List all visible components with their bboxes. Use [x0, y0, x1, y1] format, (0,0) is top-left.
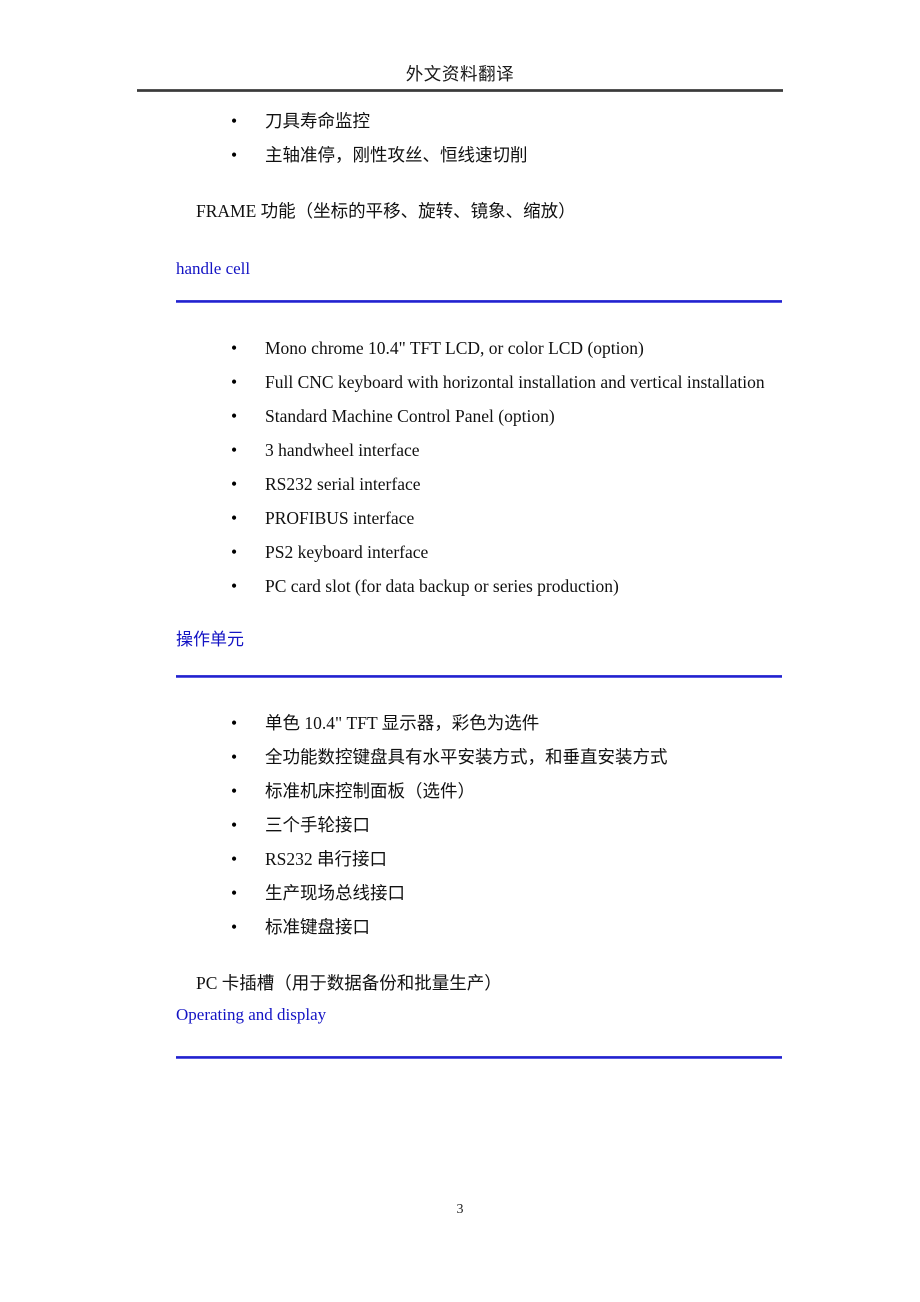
bullet-icon: •	[231, 474, 238, 494]
list-item: • Standard Machine Control Panel (option…	[0, 399, 920, 433]
bullet-icon: •	[231, 883, 238, 903]
list-item-label: 标准机床控制面板（选件）	[265, 781, 475, 801]
list-item-label: 生产现场总线接口	[265, 883, 405, 903]
list-item-label: 主轴准停，刚性攻丝、恒线速切削	[265, 145, 528, 165]
bullet-icon: •	[231, 542, 238, 562]
list-item: • PROFIBUS interface	[0, 501, 920, 535]
top-bullet-list: • 刀具寿命监控 • 主轴准停，刚性攻丝、恒线速切削	[0, 104, 920, 172]
bullet-icon: •	[231, 440, 238, 460]
bullet-icon: •	[231, 713, 238, 733]
list-item: • 全功能数控键盘具有水平安装方式，和垂直安装方式	[0, 740, 920, 774]
section-heading-operating-and-display: Operating and display	[176, 1005, 327, 1024]
list-item: • 三个手轮接口	[0, 808, 920, 842]
list-item: • PC card slot (for data backup or serie…	[0, 569, 920, 603]
bullet-icon: •	[231, 781, 238, 801]
document-body: • 刀具寿命监控 • 主轴准停，刚性攻丝、恒线速切削 FRAME 功能（坐标的平…	[0, 104, 920, 1059]
list-item-label: 3 handwheel interface	[265, 440, 420, 460]
bullet-icon: •	[231, 576, 238, 596]
frame-function-paragraph: FRAME 功能（坐标的平移、旋转、镜象、缩放）	[196, 201, 576, 221]
page-header-title: 外文资料翻译	[405, 64, 515, 84]
section-heading-operating-unit: 操作单元	[176, 630, 244, 649]
list-item: • Full CNC keyboard with horizontal inst…	[0, 365, 920, 399]
list-item: • 3 handwheel interface	[0, 433, 920, 467]
list-item-label: 三个手轮接口	[265, 815, 370, 835]
list-item-label: Full CNC keyboard with horizontal instal…	[265, 372, 765, 392]
list-item: • RS232 serial interface	[0, 467, 920, 501]
list-item-label: PS2 keyboard interface	[265, 542, 429, 562]
list-item-label: 标准键盘接口	[265, 917, 370, 937]
document-page: 外文资料翻译 • 刀具寿命监控 • 主轴准停，刚性攻丝、恒线速切削 FRAME …	[0, 0, 920, 1302]
bullet-icon: •	[231, 508, 238, 528]
list-item-label: PROFIBUS interface	[265, 508, 415, 528]
list-item-label: RS232 serial interface	[265, 474, 421, 494]
section-divider-operating-and-display	[176, 1056, 782, 1059]
list-item: • Mono chrome 10.4" TFT LCD, or color LC…	[0, 331, 920, 365]
bullet-icon: •	[231, 815, 238, 835]
list-item: • 生产现场总线接口	[0, 876, 920, 910]
handle-cell-bullet-list: • Mono chrome 10.4" TFT LCD, or color LC…	[0, 331, 920, 603]
list-item: • 刀具寿命监控	[0, 104, 920, 138]
divider-line	[176, 1056, 782, 1059]
page-header: 外文资料翻译	[137, 62, 783, 92]
section-heading-handle-cell: handle cell	[176, 259, 251, 278]
bullet-icon: •	[231, 145, 238, 165]
bullet-icon: •	[231, 917, 238, 937]
bullet-icon: •	[231, 747, 238, 767]
list-item-label: 单色 10.4" TFT 显示器，彩色为选件	[265, 713, 540, 733]
list-item-label: PC card slot (for data backup or series …	[265, 576, 619, 596]
list-item-label: Mono chrome 10.4" TFT LCD, or color LCD …	[265, 338, 644, 358]
pc-card-slot-paragraph: PC 卡插槽（用于数据备份和批量生产）	[196, 973, 502, 993]
bullet-icon: •	[231, 406, 238, 426]
list-item-label: RS232 串行接口	[265, 849, 388, 869]
bullet-icon: •	[231, 338, 238, 358]
bullet-icon: •	[231, 849, 238, 869]
bullet-icon: •	[231, 372, 238, 392]
bullet-icon: •	[231, 111, 238, 131]
list-item: • 标准机床控制面板（选件）	[0, 774, 920, 808]
list-item-label: Standard Machine Control Panel (option)	[265, 406, 555, 426]
operating-unit-bullet-list: • 单色 10.4" TFT 显示器，彩色为选件 • 全功能数控键盘具有水平安装…	[0, 706, 920, 944]
page-footer: 3	[0, 1200, 920, 1219]
header-divider	[137, 89, 783, 92]
list-item-label: 刀具寿命监控	[265, 111, 370, 131]
list-item-label: 全功能数控键盘具有水平安装方式，和垂直安装方式	[265, 747, 668, 767]
list-item: • 标准键盘接口	[0, 910, 920, 944]
list-item: • RS232 串行接口	[0, 842, 920, 876]
list-item: • 单色 10.4" TFT 显示器，彩色为选件	[0, 706, 920, 740]
page-number: 3	[456, 1202, 464, 1217]
list-item: • PS2 keyboard interface	[0, 535, 920, 569]
list-item: • 主轴准停，刚性攻丝、恒线速切削	[0, 138, 920, 172]
